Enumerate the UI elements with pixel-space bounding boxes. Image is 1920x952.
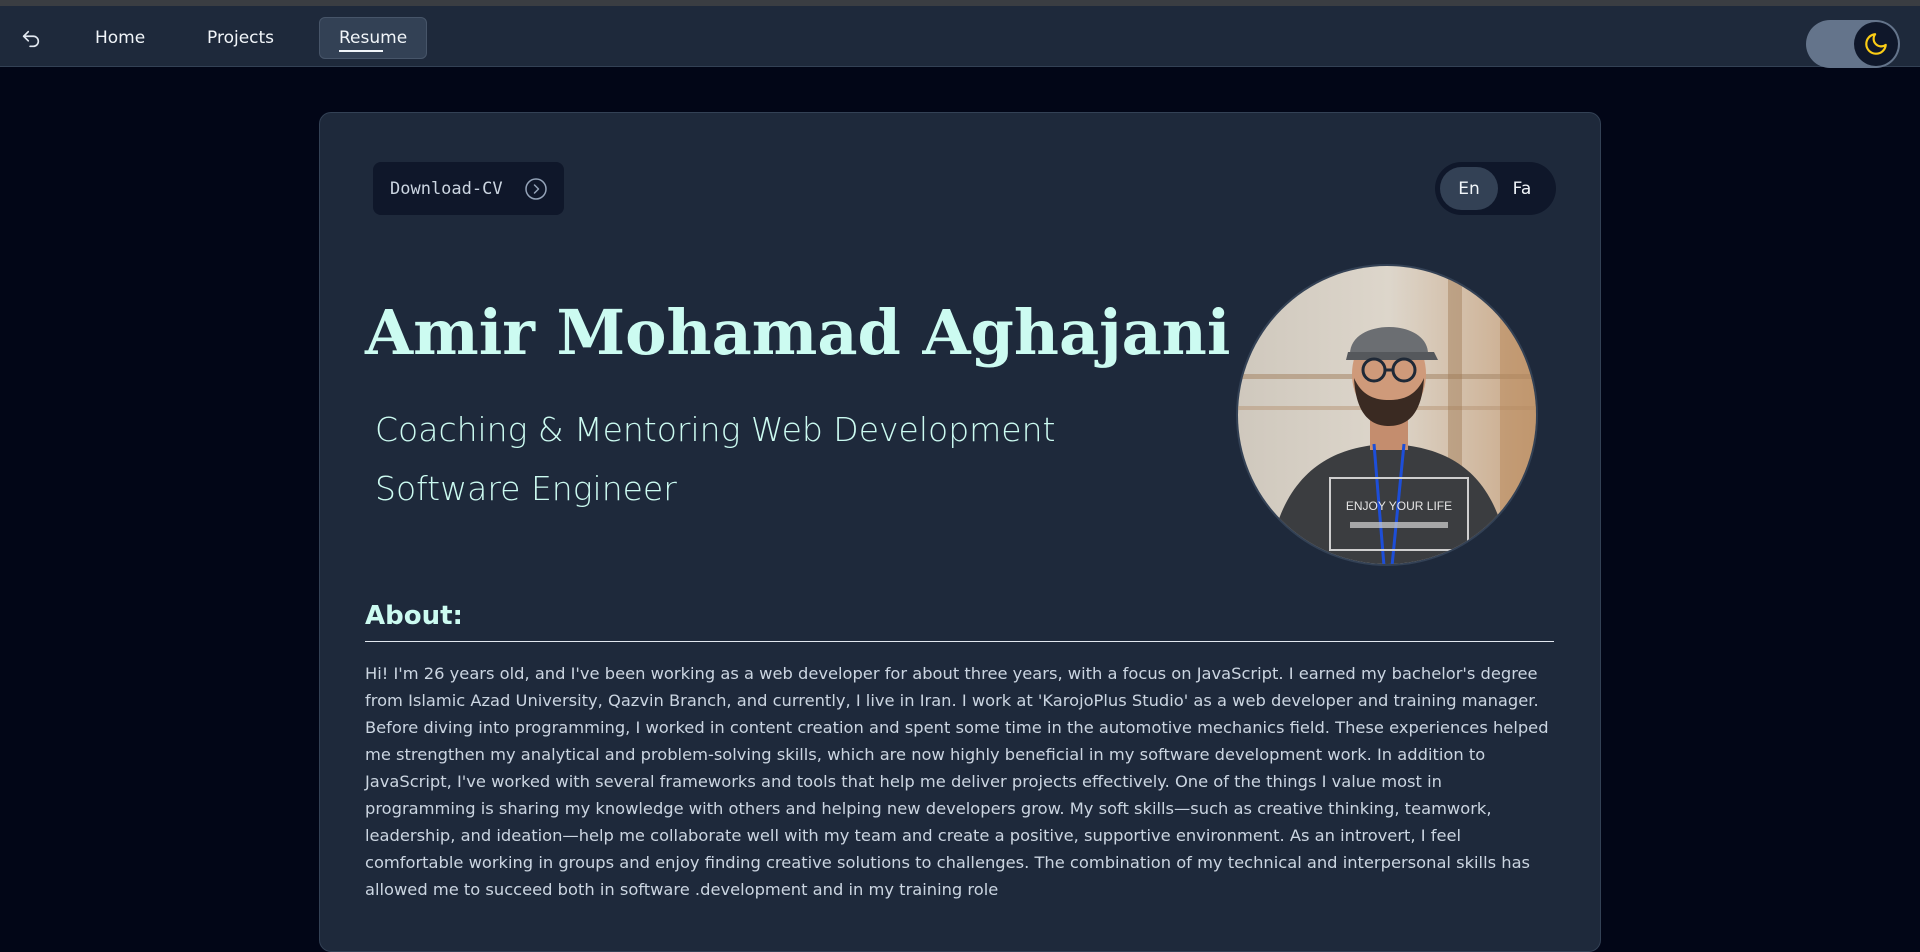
profile-subtitle-coaching: Coaching & Mentoring Web Development bbox=[375, 410, 1056, 449]
nav-projects-label: Projects bbox=[207, 28, 275, 48]
back-button[interactable] bbox=[18, 26, 44, 52]
active-tab-underline bbox=[339, 50, 383, 52]
profile-name: Amir Mohamad Aghajani bbox=[365, 296, 1231, 369]
language-fa-label: Fa bbox=[1512, 178, 1532, 199]
profile-subtitle-engineer: Software Engineer bbox=[375, 469, 677, 508]
download-cv-button[interactable]: Download-CV bbox=[373, 162, 564, 215]
language-en-label: En bbox=[1458, 178, 1480, 199]
about-paragraph: Hi! I'm 26 years old, and I've been work… bbox=[365, 664, 1549, 899]
about-divider bbox=[365, 641, 1554, 642]
language-switch: En Fa bbox=[1435, 162, 1556, 215]
moon-icon bbox=[1865, 33, 1887, 55]
nav-home-label: Home bbox=[95, 28, 146, 48]
nav-home-link[interactable]: Home bbox=[76, 17, 164, 59]
nav-resume-link[interactable]: Resume bbox=[319, 17, 428, 59]
language-fa-button[interactable]: Fa bbox=[1493, 167, 1551, 210]
theme-toggle[interactable] bbox=[1806, 20, 1900, 68]
nav-resume-label: Resume bbox=[339, 28, 408, 48]
language-en-button[interactable]: En bbox=[1440, 167, 1498, 210]
top-navbar: Home Projects Resume bbox=[0, 6, 1920, 68]
about-heading: About: bbox=[365, 601, 463, 631]
back-arrow-icon bbox=[22, 30, 40, 48]
avatar-shirt-text: ENJOY YOUR LIFE bbox=[1346, 499, 1452, 513]
profile-avatar: ENJOY YOUR LIFE bbox=[1236, 264, 1538, 566]
download-cv-label: Download-CV bbox=[390, 178, 503, 199]
nav-projects-link[interactable]: Projects bbox=[188, 17, 293, 59]
resume-card: Download-CV En Fa Amir Mohamad Aghajani … bbox=[319, 112, 1601, 952]
theme-toggle-knob bbox=[1854, 22, 1898, 66]
chevron-right-circle-icon bbox=[525, 178, 547, 200]
